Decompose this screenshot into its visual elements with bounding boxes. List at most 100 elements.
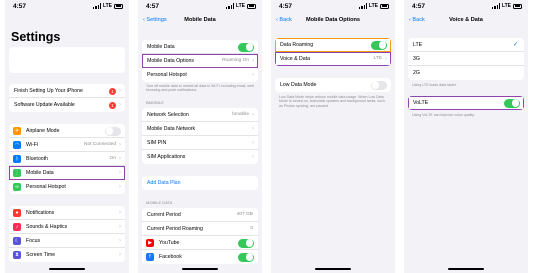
focus-row[interactable]: ☾ Focus › xyxy=(9,234,125,248)
finish-setup-row[interactable]: Finish Setting Up Your iPhone 1 › xyxy=(9,84,125,98)
mobile-data-note: Turn off mobile data to restrict all dat… xyxy=(146,84,254,93)
volte-note: Using VoLTE can improve voice quality. xyxy=(412,113,475,117)
sim-pin-row[interactable]: SIM PIN › xyxy=(142,136,258,150)
hotspot-icon: ∞ xyxy=(13,183,21,191)
chevron-right-icon: › xyxy=(119,210,121,216)
airplane-mode-toggle[interactable] xyxy=(105,126,121,136)
apple-id-card[interactable] xyxy=(9,47,125,73)
youtube-data-toggle[interactable] xyxy=(238,238,254,248)
section-header: MOBILE DATA xyxy=(146,200,173,205)
signal-icon xyxy=(492,3,500,9)
chevron-right-icon: › xyxy=(252,140,254,146)
signal-icon xyxy=(359,3,367,9)
option-3g[interactable]: 3G xyxy=(408,52,524,66)
chevron-right-icon: › xyxy=(252,126,254,132)
mobile-data-group: Mobile Data Mobile Data Options Roaming O… xyxy=(142,40,258,82)
home-indicator xyxy=(182,268,218,270)
chevron-right-icon: › xyxy=(252,112,254,118)
sim-applications-row[interactable]: SIM Applications › xyxy=(142,150,258,164)
data-roaming-toggle[interactable] xyxy=(371,40,387,50)
low-data-group: Low Data Mode xyxy=(275,78,391,92)
chevron-right-icon: › xyxy=(119,238,121,244)
chevron-right-icon: › xyxy=(252,154,254,160)
chevron-right-icon: › xyxy=(119,170,121,176)
mobile-data-row[interactable]: ⋮ Mobile Data › xyxy=(9,166,125,180)
network-selection-row[interactable]: Network Selection bmobile › xyxy=(142,108,258,122)
chevron-right-icon: › xyxy=(119,184,121,190)
chevron-right-icon: › xyxy=(119,88,121,94)
wifi-icon: ◠ xyxy=(13,141,21,149)
data-roaming-row[interactable]: Data Roaming xyxy=(275,38,391,52)
mobile-data-toggle[interactable] xyxy=(238,42,254,52)
nav-title: Voice & Data xyxy=(449,17,483,23)
chevron-right-icon: › xyxy=(119,156,121,162)
personal-hotspot-row[interactable]: ∞ Personal Hotspot › xyxy=(9,180,125,194)
setup-group: Finish Setting Up Your iPhone 1 › Software… xyxy=(9,84,125,112)
chevron-right-icon: › xyxy=(252,72,254,78)
status-time: 4:57 xyxy=(13,3,27,10)
sounds-row[interactable]: ♪ Sounds & Haptics › xyxy=(9,220,125,234)
mobile-data-options-row[interactable]: Mobile Data Options Roaming On › xyxy=(142,54,258,68)
network-type: LTE xyxy=(102,3,112,9)
network-type: LTE xyxy=(368,3,378,9)
software-update-row[interactable]: Software Update Available 1 › xyxy=(9,98,125,112)
facebook-data-toggle[interactable] xyxy=(238,252,254,262)
notification-badge: 1 xyxy=(109,101,116,109)
connectivity-group: ✈ Airplane Mode ◠ Wi-Fi Not Connected › ᛒ Blu… xyxy=(9,124,125,194)
youtube-icon: ▶ xyxy=(146,239,154,247)
wifi-row[interactable]: ◠ Wi-Fi Not Connected › xyxy=(9,138,125,152)
airplane-mode-row[interactable]: ✈ Airplane Mode xyxy=(9,124,125,138)
network-type-group: LTE ✓ 3G 2G xyxy=(408,38,524,80)
battery-icon xyxy=(380,3,389,9)
bluetooth-row[interactable]: ᛒ Bluetooth On › xyxy=(9,152,125,166)
app-row-facebook[interactable]: f Facebook xyxy=(142,250,258,264)
nav-title: Mobile Data Options xyxy=(305,17,361,23)
chevron-right-icon: › xyxy=(119,142,121,148)
mobile-data-network-row[interactable]: Mobile Data Network › xyxy=(142,122,258,136)
checkmark-icon: ✓ xyxy=(512,42,518,48)
antenna-icon: ⋮ xyxy=(13,169,21,177)
chevron-right-icon: › xyxy=(119,102,121,108)
signal-icon xyxy=(93,3,101,9)
mobile-data-toggle-row[interactable]: Mobile Data xyxy=(142,40,258,54)
voice-data-row[interactable]: Voice & Data LTE › xyxy=(275,52,391,66)
screen-time-row[interactable]: ⧗ Screen Time › xyxy=(9,248,125,262)
chevron-right-icon: › xyxy=(119,224,121,230)
add-data-plan-button[interactable]: Add Data Plan xyxy=(142,176,258,190)
notifications-group: ● Notifications › ♪ Sounds & Haptics › ☾ Focu… xyxy=(9,206,125,262)
moon-icon: ☾ xyxy=(13,237,21,245)
home-indicator xyxy=(448,268,484,270)
low-data-mode-toggle[interactable] xyxy=(371,80,387,90)
status-time: 4:57 xyxy=(412,3,426,10)
bell-icon: ● xyxy=(13,209,21,217)
status-time: 4:57 xyxy=(146,3,160,10)
personal-hotspot-row[interactable]: Personal Hotspot › xyxy=(142,68,258,82)
nav-title: Mobile Data xyxy=(184,17,216,23)
notification-badge: 1 xyxy=(109,87,116,95)
voice-data-screen: 4:57 LTE ‹ Back Voice & Data LTE ✓ 3G 2G … xyxy=(404,0,528,273)
option-2g[interactable]: 2G xyxy=(408,66,524,80)
usage-group: Current Period 407 GB Current Period Roam… xyxy=(142,208,258,264)
airplane-icon: ✈ xyxy=(13,127,21,135)
low-data-note: Low Data Mode helps reduce mobile data u… xyxy=(279,95,385,108)
status-bar: 4:57 LTE xyxy=(279,3,389,11)
notifications-row[interactable]: ● Notifications › xyxy=(9,206,125,220)
volte-group: VoLTE xyxy=(408,96,524,110)
option-lte[interactable]: LTE ✓ xyxy=(408,38,524,52)
network-type: LTE xyxy=(235,3,245,9)
volte-toggle[interactable] xyxy=(504,98,520,108)
roaming-group: Data Roaming Voice & Data LTE › xyxy=(275,38,391,66)
speaker-icon: ♪ xyxy=(13,223,21,231)
chevron-right-icon: › xyxy=(252,58,254,64)
status-bar: 4:57 LTE xyxy=(13,3,123,11)
low-data-mode-row[interactable]: Low Data Mode xyxy=(275,78,391,92)
mobile-data-options-screen: 4:57 LTE ‹ Back Mobile Data Options Data… xyxy=(271,0,395,273)
current-period-row: Current Period 407 GB xyxy=(142,208,258,222)
volte-row[interactable]: VoLTE xyxy=(408,96,524,110)
signal-icon xyxy=(226,3,234,9)
lte-note: Using LTE loads data faster. xyxy=(412,83,457,87)
nav-bar: ‹ Back Voice & Data xyxy=(404,15,528,27)
status-time: 4:57 xyxy=(279,3,293,10)
chevron-right-icon: › xyxy=(119,252,121,258)
app-row-youtube[interactable]: ▶ YouTube xyxy=(142,236,258,250)
